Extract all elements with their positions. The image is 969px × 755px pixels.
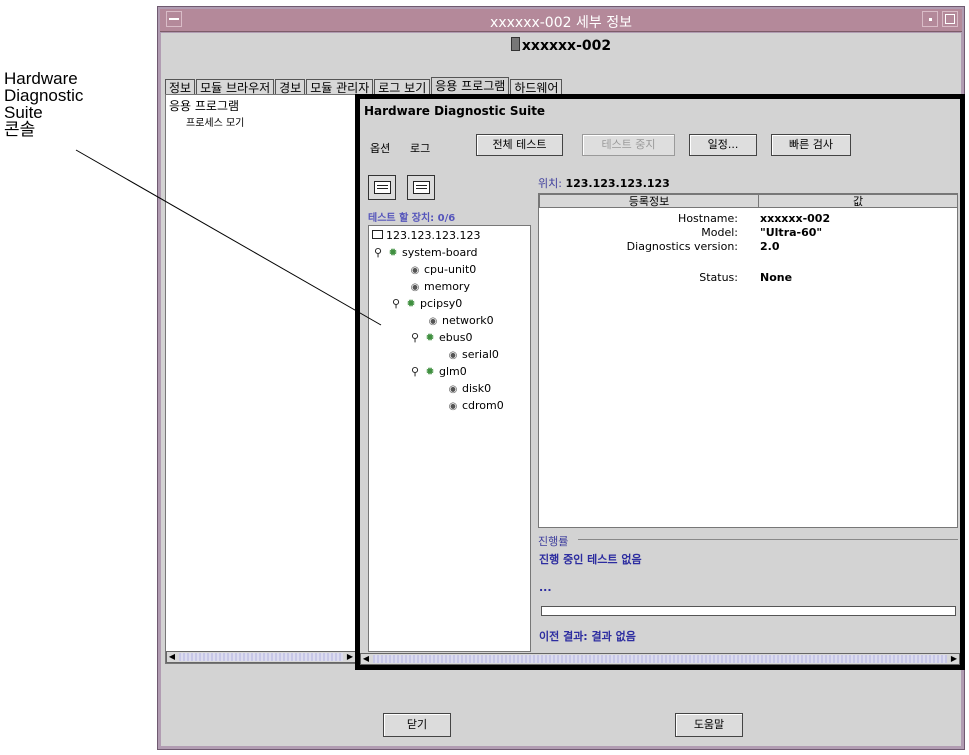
menu-options[interactable]: 옵션 xyxy=(370,140,390,156)
host-header-text: xxxxxx-002 xyxy=(521,38,612,54)
window-title: xxxxxx-002 세부 정보 xyxy=(490,15,632,31)
left-horizontal-scrollbar[interactable]: ◀ ▶ xyxy=(166,651,356,663)
table-row: Model: "Ultra-60" xyxy=(701,226,823,239)
table-row: Status: None xyxy=(699,271,793,284)
host-icon xyxy=(372,230,383,239)
expand-key-icon: ⚲ xyxy=(391,297,401,310)
device-detail-pane: 위치: 123.123.123.123 등록정보 값 Hostname: xxxx… xyxy=(538,175,958,652)
hardware-diagnostic-suite-console: Hardware Diagnostic Suite 옵션 로그 전체 테스트 테… xyxy=(355,94,965,670)
expand-tree-button[interactable] xyxy=(368,175,396,200)
schedule-button[interactable]: 일정... xyxy=(689,134,757,156)
expand-key-icon: ⚲ xyxy=(410,365,420,378)
scroll-track[interactable] xyxy=(179,653,343,661)
scroll-right-arrow-icon[interactable]: ▶ xyxy=(345,652,355,662)
maximize-button[interactable] xyxy=(942,11,958,27)
scroll-left-arrow-icon[interactable]: ◀ xyxy=(167,652,177,662)
progress-legend: 진행률 xyxy=(538,535,569,548)
tree-node-system-board[interactable]: ⚲ ✹ system-board xyxy=(372,246,478,259)
location-label: 위치: xyxy=(538,177,562,190)
server-icon xyxy=(510,37,520,51)
device-leaf-icon: ◉ xyxy=(410,282,420,293)
table-row: Hostname: xxxxxx-002 xyxy=(678,212,831,225)
device-leaf-icon: ◉ xyxy=(448,401,458,412)
table-row: Diagnostics version: 2.0 xyxy=(626,240,780,253)
device-leaf-icon: ◉ xyxy=(410,265,420,276)
list-item-process-monitor[interactable]: 프로세스 모기 xyxy=(186,114,244,129)
column-header-property[interactable]: 등록정보 xyxy=(539,194,759,208)
window-client: xxxxxx-002 정보 모듈 브라우저 경보 모듈 관리자 로그 보기 응용 프로그램… xyxy=(161,33,965,746)
expand-tree-icon xyxy=(374,181,391,194)
progress-bar xyxy=(541,606,956,616)
device-leaf-icon: ◉ xyxy=(428,316,438,327)
menu-log[interactable]: 로그 xyxy=(410,140,430,156)
device-tree-pane: 테스트 할 장치: 0/6 123.123.123.123 ⚲ ✹ system-b… xyxy=(368,175,531,652)
board-icon: ✹ xyxy=(388,246,398,259)
suite-horizontal-scrollbar[interactable]: ◀ ▶ xyxy=(360,653,960,665)
suite-title: Hardware Diagnostic Suite xyxy=(364,104,546,118)
tree-node-cdrom0[interactable]: ◉ cdrom0 xyxy=(447,399,504,413)
quick-check-button[interactable]: 빠른 검사 xyxy=(771,134,851,156)
callout-line: Diagnostic xyxy=(4,86,84,105)
callout-line: Suite xyxy=(4,103,43,122)
tree-node-disk0[interactable]: ◉ disk0 xyxy=(447,382,492,396)
host-header: xxxxxx-002 xyxy=(161,37,961,54)
group-divider xyxy=(578,539,958,540)
tree-node-network0[interactable]: ◉ network0 xyxy=(427,314,494,328)
device-tree: 123.123.123.123 ⚲ ✹ system-board ◉ cpu-unit… xyxy=(368,225,531,652)
location-value: 123.123.123.123 xyxy=(565,177,670,190)
details-window: xxxxxx-002 세부 정보 xxxxxx-002 정보 모듈 브라우저 경보 모… xyxy=(157,6,965,750)
tree-node-serial0[interactable]: ◉ serial0 xyxy=(447,348,499,362)
tree-node-cpu-unit0[interactable]: ◉ cpu-unit0 xyxy=(409,263,477,277)
board-icon: ✹ xyxy=(406,297,416,310)
callout-line: 콘솔 xyxy=(4,120,36,139)
tree-node-memory[interactable]: ◉ memory xyxy=(409,280,470,294)
minimize-button[interactable] xyxy=(922,11,938,27)
device-leaf-icon: ◉ xyxy=(448,350,458,361)
previous-result: 이전 결과: 결과 없음 xyxy=(539,630,636,643)
stop-test-button[interactable]: 테스트 중지 xyxy=(582,134,675,156)
board-icon: ✹ xyxy=(425,365,435,378)
tree-node-pcipsy0[interactable]: ⚲ ✹ pcipsy0 xyxy=(390,297,462,310)
scroll-track[interactable] xyxy=(373,655,947,663)
column-header-value[interactable]: 값 xyxy=(758,194,958,208)
expand-key-icon: ⚲ xyxy=(373,246,383,259)
tree-node-glm0[interactable]: ⚲ ✹ glm0 xyxy=(409,365,467,378)
device-leaf-icon: ◉ xyxy=(448,384,458,395)
properties-table: 등록정보 값 Hostname: xxxxxx-002 Model: "Ultra-… xyxy=(538,193,958,528)
application-list: 응용 프로그램 프로세스 모기 Hardware Diagnostic Suit… xyxy=(165,94,357,664)
devices-to-test-count: 테스트 할 장치: 0/6 xyxy=(368,213,456,224)
location-line: 위치: 123.123.123.123 xyxy=(538,175,670,191)
board-icon: ✹ xyxy=(425,331,435,344)
callout-label: Hardware Diagnostic Suite 콘솔 xyxy=(4,70,83,138)
all-test-button[interactable]: 전체 테스트 xyxy=(476,134,563,156)
close-button[interactable]: 닫기 xyxy=(383,713,451,737)
expand-key-icon: ⚲ xyxy=(410,331,420,344)
list-item-hardware-diagnostic-suite[interactable]: Hardware Diagnostic Suite xyxy=(186,131,337,142)
tab-bar: 정보 모듈 브라우저 경보 모듈 관리자 로그 보기 응용 프로그램 하드웨어 xyxy=(165,77,563,96)
progress-status: 진행 중인 테스트 없음 xyxy=(539,553,642,566)
scroll-right-arrow-icon[interactable]: ▶ xyxy=(949,654,959,664)
progress-group: 진행률 진행 중인 테스트 없음 ... 이전 결과: 결과 없음 xyxy=(538,533,958,655)
window-titlebar[interactable]: xxxxxx-002 세부 정보 xyxy=(160,9,962,32)
help-button[interactable]: 도움말 xyxy=(675,713,743,737)
callout-line: Hardware xyxy=(4,69,78,88)
list-item-applications[interactable]: 응용 프로그램 xyxy=(169,97,239,114)
collapse-tree-button[interactable] xyxy=(407,175,435,200)
collapse-tree-icon xyxy=(413,181,430,194)
scroll-left-arrow-icon[interactable]: ◀ xyxy=(361,654,371,664)
tree-node-ebus0[interactable]: ⚲ ✹ ebus0 xyxy=(409,331,472,344)
tree-node-host[interactable]: 123.123.123.123 xyxy=(372,229,480,242)
progress-ellipsis: ... xyxy=(539,581,552,594)
